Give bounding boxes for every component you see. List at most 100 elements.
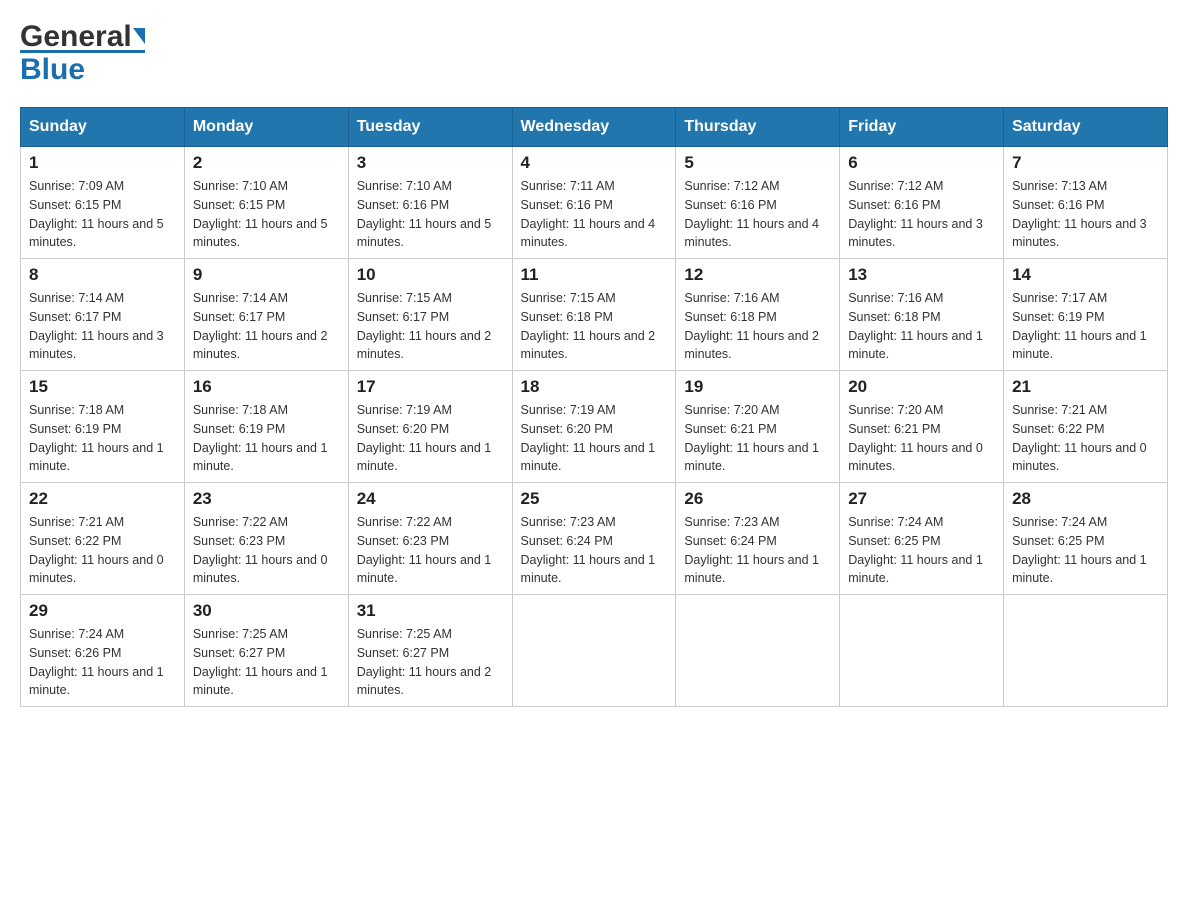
day-cell-1: 1 Sunrise: 7:09 AM Sunset: 6:15 PM Dayli… <box>21 147 185 259</box>
weekday-header-saturday: Saturday <box>1004 108 1168 147</box>
day-number: 4 <box>521 153 668 173</box>
empty-cell <box>840 595 1004 707</box>
day-info: Sunrise: 7:12 AM Sunset: 6:16 PM Dayligh… <box>848 177 995 252</box>
day-info: Sunrise: 7:15 AM Sunset: 6:18 PM Dayligh… <box>521 289 668 364</box>
week-row-1: 1 Sunrise: 7:09 AM Sunset: 6:15 PM Dayli… <box>21 147 1168 259</box>
day-number: 19 <box>684 377 831 397</box>
day-cell-10: 10 Sunrise: 7:15 AM Sunset: 6:17 PM Dayl… <box>348 259 512 371</box>
empty-cell <box>1004 595 1168 707</box>
day-cell-11: 11 Sunrise: 7:15 AM Sunset: 6:18 PM Dayl… <box>512 259 676 371</box>
day-cell-17: 17 Sunrise: 7:19 AM Sunset: 6:20 PM Dayl… <box>348 371 512 483</box>
day-cell-13: 13 Sunrise: 7:16 AM Sunset: 6:18 PM Dayl… <box>840 259 1004 371</box>
day-info: Sunrise: 7:25 AM Sunset: 6:27 PM Dayligh… <box>357 625 504 700</box>
day-number: 6 <box>848 153 995 173</box>
logo: General Blue <box>20 20 145 87</box>
day-number: 12 <box>684 265 831 285</box>
day-number: 25 <box>521 489 668 509</box>
day-info: Sunrise: 7:14 AM Sunset: 6:17 PM Dayligh… <box>29 289 176 364</box>
weekday-header-friday: Friday <box>840 108 1004 147</box>
day-number: 3 <box>357 153 504 173</box>
day-info: Sunrise: 7:19 AM Sunset: 6:20 PM Dayligh… <box>521 401 668 476</box>
day-info: Sunrise: 7:14 AM Sunset: 6:17 PM Dayligh… <box>193 289 340 364</box>
day-info: Sunrise: 7:09 AM Sunset: 6:15 PM Dayligh… <box>29 177 176 252</box>
day-cell-16: 16 Sunrise: 7:18 AM Sunset: 6:19 PM Dayl… <box>184 371 348 483</box>
day-number: 9 <box>193 265 340 285</box>
day-info: Sunrise: 7:12 AM Sunset: 6:16 PM Dayligh… <box>684 177 831 252</box>
day-cell-19: 19 Sunrise: 7:20 AM Sunset: 6:21 PM Dayl… <box>676 371 840 483</box>
day-number: 28 <box>1012 489 1159 509</box>
weekday-header-wednesday: Wednesday <box>512 108 676 147</box>
day-cell-6: 6 Sunrise: 7:12 AM Sunset: 6:16 PM Dayli… <box>840 147 1004 259</box>
day-cell-5: 5 Sunrise: 7:12 AM Sunset: 6:16 PM Dayli… <box>676 147 840 259</box>
day-info: Sunrise: 7:24 AM Sunset: 6:25 PM Dayligh… <box>1012 513 1159 588</box>
day-cell-21: 21 Sunrise: 7:21 AM Sunset: 6:22 PM Dayl… <box>1004 371 1168 483</box>
day-info: Sunrise: 7:19 AM Sunset: 6:20 PM Dayligh… <box>357 401 504 476</box>
day-cell-25: 25 Sunrise: 7:23 AM Sunset: 6:24 PM Dayl… <box>512 483 676 595</box>
day-cell-29: 29 Sunrise: 7:24 AM Sunset: 6:26 PM Dayl… <box>21 595 185 707</box>
day-number: 2 <box>193 153 340 173</box>
empty-cell <box>512 595 676 707</box>
empty-cell <box>676 595 840 707</box>
logo-line1: General <box>20 20 145 54</box>
day-info: Sunrise: 7:16 AM Sunset: 6:18 PM Dayligh… <box>684 289 831 364</box>
weekday-header-sunday: Sunday <box>21 108 185 147</box>
day-cell-4: 4 Sunrise: 7:11 AM Sunset: 6:16 PM Dayli… <box>512 147 676 259</box>
day-number: 5 <box>684 153 831 173</box>
day-cell-8: 8 Sunrise: 7:14 AM Sunset: 6:17 PM Dayli… <box>21 259 185 371</box>
week-row-3: 15 Sunrise: 7:18 AM Sunset: 6:19 PM Dayl… <box>21 371 1168 483</box>
day-cell-22: 22 Sunrise: 7:21 AM Sunset: 6:22 PM Dayl… <box>21 483 185 595</box>
day-number: 24 <box>357 489 504 509</box>
day-cell-9: 9 Sunrise: 7:14 AM Sunset: 6:17 PM Dayli… <box>184 259 348 371</box>
day-number: 30 <box>193 601 340 621</box>
day-info: Sunrise: 7:16 AM Sunset: 6:18 PM Dayligh… <box>848 289 995 364</box>
day-info: Sunrise: 7:15 AM Sunset: 6:17 PM Dayligh… <box>357 289 504 364</box>
day-number: 14 <box>1012 265 1159 285</box>
day-cell-26: 26 Sunrise: 7:23 AM Sunset: 6:24 PM Dayl… <box>676 483 840 595</box>
day-number: 18 <box>521 377 668 397</box>
day-cell-7: 7 Sunrise: 7:13 AM Sunset: 6:16 PM Dayli… <box>1004 147 1168 259</box>
week-row-2: 8 Sunrise: 7:14 AM Sunset: 6:17 PM Dayli… <box>21 259 1168 371</box>
day-number: 15 <box>29 377 176 397</box>
logo-line2: Blue <box>20 50 145 87</box>
day-number: 27 <box>848 489 995 509</box>
day-number: 29 <box>29 601 176 621</box>
day-info: Sunrise: 7:18 AM Sunset: 6:19 PM Dayligh… <box>193 401 340 476</box>
day-info: Sunrise: 7:13 AM Sunset: 6:16 PM Dayligh… <box>1012 177 1159 252</box>
day-cell-3: 3 Sunrise: 7:10 AM Sunset: 6:16 PM Dayli… <box>348 147 512 259</box>
day-info: Sunrise: 7:10 AM Sunset: 6:16 PM Dayligh… <box>357 177 504 252</box>
day-info: Sunrise: 7:23 AM Sunset: 6:24 PM Dayligh… <box>521 513 668 588</box>
page-header: General Blue <box>20 20 1168 87</box>
day-info: Sunrise: 7:11 AM Sunset: 6:16 PM Dayligh… <box>521 177 668 252</box>
calendar-table: SundayMondayTuesdayWednesdayThursdayFrid… <box>20 107 1168 707</box>
day-number: 22 <box>29 489 176 509</box>
day-cell-27: 27 Sunrise: 7:24 AM Sunset: 6:25 PM Dayl… <box>840 483 1004 595</box>
day-number: 23 <box>193 489 340 509</box>
day-info: Sunrise: 7:10 AM Sunset: 6:15 PM Dayligh… <box>193 177 340 252</box>
day-info: Sunrise: 7:17 AM Sunset: 6:19 PM Dayligh… <box>1012 289 1159 364</box>
day-info: Sunrise: 7:22 AM Sunset: 6:23 PM Dayligh… <box>357 513 504 588</box>
day-number: 8 <box>29 265 176 285</box>
day-cell-28: 28 Sunrise: 7:24 AM Sunset: 6:25 PM Dayl… <box>1004 483 1168 595</box>
logo-arrow-icon <box>133 28 145 44</box>
day-cell-12: 12 Sunrise: 7:16 AM Sunset: 6:18 PM Dayl… <box>676 259 840 371</box>
day-number: 21 <box>1012 377 1159 397</box>
day-info: Sunrise: 7:18 AM Sunset: 6:19 PM Dayligh… <box>29 401 176 476</box>
day-cell-14: 14 Sunrise: 7:17 AM Sunset: 6:19 PM Dayl… <box>1004 259 1168 371</box>
day-number: 13 <box>848 265 995 285</box>
day-number: 10 <box>357 265 504 285</box>
day-info: Sunrise: 7:23 AM Sunset: 6:24 PM Dayligh… <box>684 513 831 588</box>
day-cell-24: 24 Sunrise: 7:22 AM Sunset: 6:23 PM Dayl… <box>348 483 512 595</box>
day-cell-30: 30 Sunrise: 7:25 AM Sunset: 6:27 PM Dayl… <box>184 595 348 707</box>
day-cell-18: 18 Sunrise: 7:19 AM Sunset: 6:20 PM Dayl… <box>512 371 676 483</box>
day-number: 26 <box>684 489 831 509</box>
day-cell-15: 15 Sunrise: 7:18 AM Sunset: 6:19 PM Dayl… <box>21 371 185 483</box>
day-cell-23: 23 Sunrise: 7:22 AM Sunset: 6:23 PM Dayl… <box>184 483 348 595</box>
day-info: Sunrise: 7:20 AM Sunset: 6:21 PM Dayligh… <box>684 401 831 476</box>
day-number: 20 <box>848 377 995 397</box>
day-info: Sunrise: 7:21 AM Sunset: 6:22 PM Dayligh… <box>29 513 176 588</box>
day-number: 7 <box>1012 153 1159 173</box>
week-row-4: 22 Sunrise: 7:21 AM Sunset: 6:22 PM Dayl… <box>21 483 1168 595</box>
week-row-5: 29 Sunrise: 7:24 AM Sunset: 6:26 PM Dayl… <box>21 595 1168 707</box>
day-number: 17 <box>357 377 504 397</box>
day-cell-2: 2 Sunrise: 7:10 AM Sunset: 6:15 PM Dayli… <box>184 147 348 259</box>
